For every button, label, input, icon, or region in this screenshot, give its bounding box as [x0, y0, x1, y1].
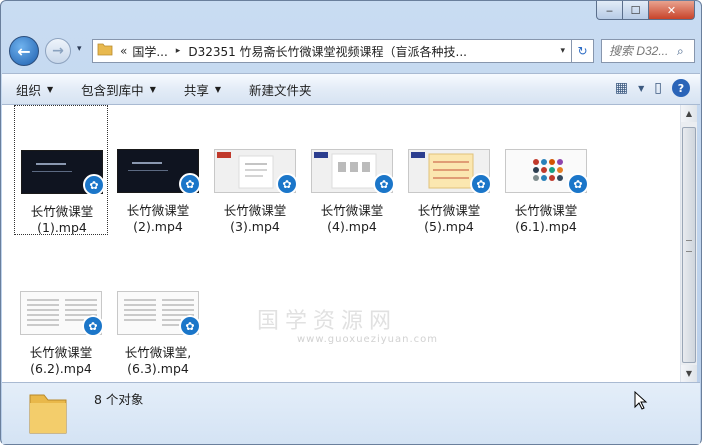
file-name: 长竹微课堂 (3).mp4	[223, 203, 287, 234]
command-bar: 组织 ▼ 包含到库中 ▼ 共享 ▼ 新建文件夹 ▦ ▼ ▯ ?	[2, 73, 700, 105]
video-file-icon: ✿	[470, 173, 492, 195]
change-view-icon[interactable]: ▦	[615, 80, 628, 96]
explorer-window: ‒ ☐ ✕ ← → ▾ « 国学... ▸ D32351 竹易斋长竹微课堂视频课…	[0, 0, 702, 445]
mouse-cursor-icon	[634, 390, 648, 416]
file-item[interactable]: ✿ 长竹微课堂 (6.2).mp4	[14, 247, 108, 377]
file-item[interactable]: ✿ 长竹微课堂 (4).mp4	[305, 105, 399, 235]
file-name: 长竹微课堂 (1).mp4	[30, 204, 94, 235]
scroll-thumb[interactable]	[682, 127, 696, 363]
file-item[interactable]: ✿ 长竹微课堂 (6.1).mp4	[499, 105, 593, 235]
video-file-icon: ✿	[567, 173, 589, 195]
minimize-button[interactable]: ‒	[596, 1, 623, 20]
organize-label: 组织	[16, 82, 42, 98]
back-button[interactable]: ←	[9, 36, 39, 66]
chevron-down-icon: ▼	[149, 84, 156, 94]
navigation-bar: ← → ▾ « 国学... ▸ D32351 竹易斋长竹微课堂视频课程（盲派各种…	[9, 34, 695, 68]
search-icon[interactable]: ⌕	[677, 44, 684, 59]
close-button[interactable]: ✕	[649, 1, 695, 20]
recent-pages-dropdown[interactable]: ▾	[77, 44, 82, 54]
file-name: 长竹微课堂 (6.2).mp4	[29, 345, 93, 376]
video-file-icon: ✿	[83, 174, 105, 196]
help-icon[interactable]: ?	[672, 79, 690, 97]
item-count: 8 个对象	[94, 392, 144, 407]
folder-icon	[26, 387, 70, 437]
forward-button[interactable]: →	[45, 38, 71, 64]
include-in-library-menu[interactable]: 包含到库中 ▼	[67, 74, 170, 104]
organize-menu[interactable]: 组织 ▼	[2, 74, 67, 104]
toolbar-right-icons: ▦ ▼ ▯ ?	[615, 79, 690, 97]
file-name: 长竹微课堂, (6.3).mp4	[124, 345, 192, 376]
file-name: 长竹微课堂 (6.1).mp4	[514, 203, 578, 234]
file-item[interactable]: ✿ 长竹微课堂, (6.3).mp4	[111, 247, 205, 377]
file-item[interactable]: ✿ 长竹微课堂 (1).mp4	[14, 105, 108, 235]
scroll-down-button[interactable]: ▼	[681, 365, 697, 382]
view-options-arrow-icon[interactable]: ▼	[638, 84, 644, 93]
share-menu[interactable]: 共享 ▼	[170, 74, 235, 104]
file-name: 长竹微课堂 (4).mp4	[320, 203, 384, 234]
video-file-icon: ✿	[373, 173, 395, 195]
new-folder-label: 新建文件夹	[249, 82, 312, 98]
video-file-icon: ✿	[82, 315, 104, 337]
search-box[interactable]: ⌕	[601, 39, 695, 63]
new-folder-button[interactable]: 新建文件夹	[235, 74, 326, 104]
watermark-url: www.guoxueziyuan.com	[297, 334, 438, 345]
search-input[interactable]	[607, 43, 677, 59]
scroll-up-button[interactable]: ▲	[681, 105, 697, 122]
preview-pane-icon[interactable]: ▯	[654, 80, 662, 96]
maximize-button[interactable]: ☐	[623, 1, 649, 20]
file-name: 长竹微课堂 (5).mp4	[417, 203, 481, 234]
refresh-button[interactable]: ↻	[572, 39, 594, 63]
file-item[interactable]: ✿ 长竹微课堂 (3).mp4	[208, 105, 302, 235]
chevron-down-icon: ▼	[214, 84, 222, 94]
video-file-icon: ✿	[179, 173, 201, 195]
window-controls: ‒ ☐ ✕	[596, 1, 695, 20]
file-list-pane[interactable]: 国学资源网 www.guoxueziyuan.com ✿ 长竹微课堂 (1).mp…	[2, 105, 680, 382]
include-in-library-label: 包含到库中	[81, 82, 144, 98]
watermark-text: 国学资源网	[257, 309, 398, 334]
file-item[interactable]: ✿ 长竹微课堂 (2).mp4	[111, 105, 205, 235]
address-overflow-chevron[interactable]: «	[120, 44, 127, 58]
breadcrumb-item-1[interactable]: D32351 竹易斋长竹微课堂视频课程（盲派各种技...	[188, 43, 467, 60]
file-item[interactable]: ✿ 长竹微课堂 (5).mp4	[402, 105, 496, 235]
file-name: 长竹微课堂 (2).mp4	[126, 203, 190, 234]
address-dropdown-icon[interactable]: ▾	[560, 46, 565, 56]
share-label: 共享	[183, 82, 209, 98]
video-file-icon: ✿	[179, 315, 201, 337]
folder-icon	[97, 42, 115, 60]
video-file-icon: ✿	[276, 173, 298, 195]
breadcrumb-item-0[interactable]: 国学...	[132, 43, 167, 60]
details-pane: 8 个对象	[2, 382, 700, 444]
chevron-down-icon: ▼	[47, 84, 54, 94]
vertical-scrollbar[interactable]: ▲ ▼	[680, 105, 697, 382]
address-bar[interactable]: « 国学... ▸ D32351 竹易斋长竹微课堂视频课程（盲派各种技... ▾	[92, 39, 572, 63]
grip-icon	[686, 240, 692, 252]
breadcrumb-separator-icon[interactable]: ▸	[176, 46, 181, 56]
